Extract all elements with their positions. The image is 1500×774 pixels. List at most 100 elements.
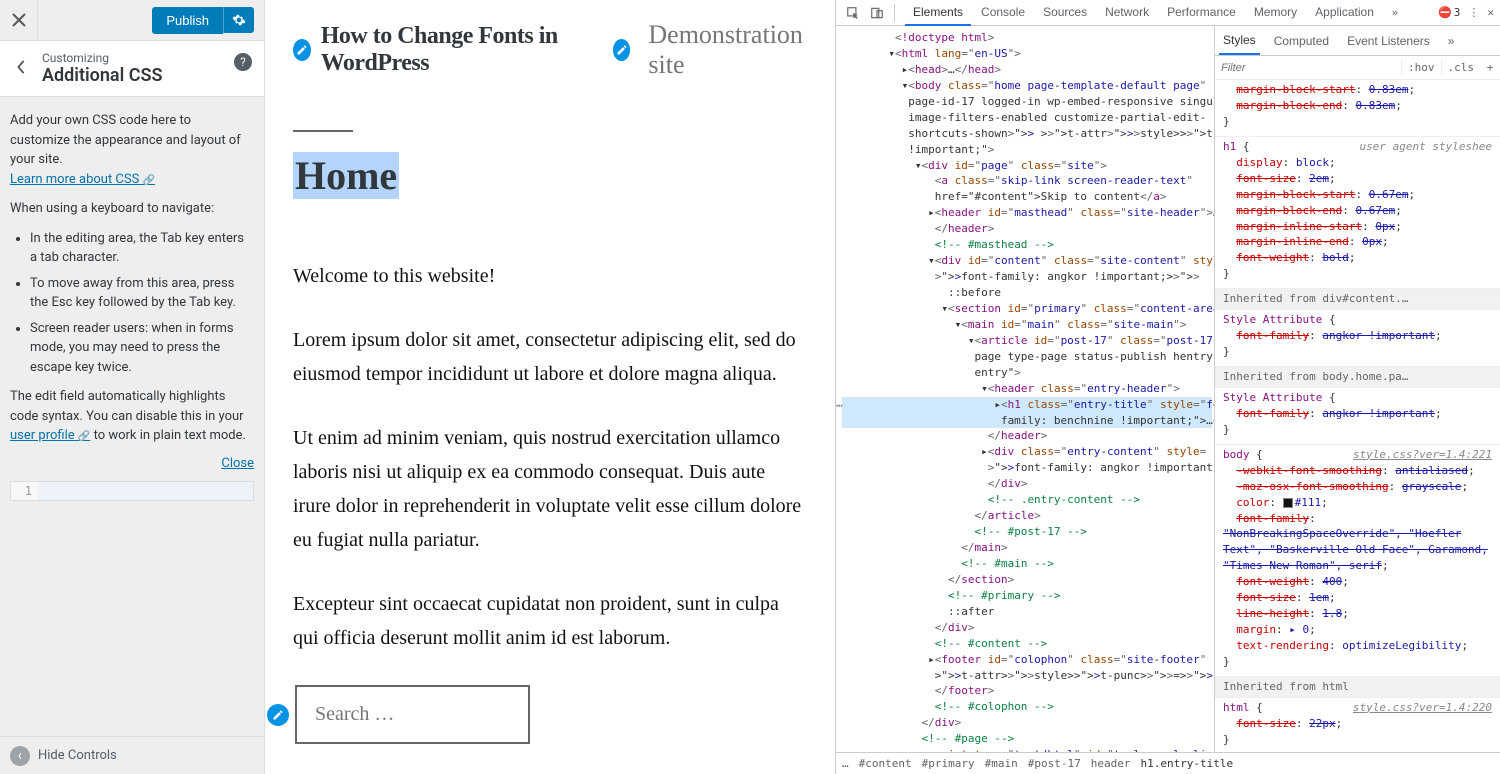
- search-input[interactable]: [295, 685, 530, 744]
- help-button[interactable]: ?: [234, 53, 252, 71]
- dom-line[interactable]: entry">: [842, 365, 1212, 381]
- dom-line[interactable]: page type-page status-publish hentry: [842, 349, 1212, 365]
- site-title[interactable]: How to Change Fonts in WordPress: [321, 23, 603, 77]
- crumb[interactable]: #primary: [922, 757, 975, 770]
- styles-filter-input[interactable]: [1215, 59, 1401, 77]
- crumb[interactable]: #main: [985, 757, 1018, 770]
- panel-tab-styles[interactable]: Styles: [1219, 27, 1260, 55]
- dom-line[interactable]: <!-- #masthead -->: [842, 237, 1212, 253]
- close-customizer-button[interactable]: [0, 0, 38, 40]
- more-panels-button[interactable]: »: [1444, 28, 1459, 54]
- hov-toggle[interactable]: :hov: [1401, 59, 1441, 76]
- dom-line[interactable]: </div>: [842, 476, 1212, 492]
- dom-line[interactable]: </header>: [842, 221, 1212, 237]
- dom-line[interactable]: >">>font-family: angkor !important;>>">>…: [842, 460, 1212, 476]
- more-tabs-button[interactable]: »: [1384, 4, 1406, 22]
- hide-controls-button[interactable]: Hide Controls: [0, 736, 264, 774]
- error-badge[interactable]: ⛔3: [1438, 6, 1460, 19]
- dom-line[interactable]: ▸<script type="text/html" id="tmpl-wp-pl…: [842, 747, 1212, 752]
- devtools-tab-network[interactable]: Network: [1097, 0, 1157, 26]
- dom-line[interactable]: page-id-17 logged-in wp-embed-responsive…: [842, 94, 1212, 110]
- learn-more-link[interactable]: Learn more about CSS 🔗: [10, 172, 155, 187]
- dom-line[interactable]: <!-- #main -->: [842, 556, 1212, 572]
- dom-line[interactable]: href="#content">Skip to content</a>: [842, 189, 1212, 205]
- devtools-tab-memory[interactable]: Memory: [1246, 0, 1305, 26]
- dom-line[interactable]: </div>: [842, 620, 1212, 636]
- devtools-tab-console[interactable]: Console: [973, 0, 1033, 26]
- crumb[interactable]: #post-17: [1028, 757, 1081, 770]
- css-editor[interactable]: 1: [10, 481, 254, 501]
- rule-source[interactable]: user agent styleshee: [1360, 139, 1492, 155]
- panel-tab-event-listeners[interactable]: Event Listeners: [1343, 28, 1434, 54]
- crumb[interactable]: #content: [859, 757, 912, 770]
- dom-line[interactable]: !important;">: [842, 142, 1212, 158]
- dom-line[interactable]: ::after: [842, 604, 1212, 620]
- dom-line[interactable]: </div>: [842, 715, 1212, 731]
- dom-line[interactable]: </article>: [842, 508, 1212, 524]
- devtools-menu-button[interactable]: ⋮: [1468, 6, 1479, 19]
- dom-line[interactable]: <!doctype html>: [842, 30, 1212, 46]
- device-toggle-button[interactable]: [866, 4, 888, 22]
- dom-line[interactable]: ▸<div class="entry-content" style=: [842, 444, 1212, 460]
- dom-line[interactable]: ▸<h1 class="entry-title" style="font-": [842, 397, 1212, 413]
- dom-line[interactable]: ▾<article id="post-17" class="post-17": [842, 333, 1212, 349]
- dom-line[interactable]: <!-- #page -->: [842, 731, 1212, 747]
- rule-source[interactable]: style.css?ver=1.4:221: [1353, 447, 1492, 463]
- inspect-button[interactable]: [842, 4, 864, 22]
- panel-tab-computed[interactable]: Computed: [1270, 28, 1333, 54]
- dom-line[interactable]: ▾<section id="primary" class="content-ar…: [842, 301, 1212, 317]
- publish-button[interactable]: Publish: [152, 7, 223, 34]
- dom-line[interactable]: <!-- #colophon -->: [842, 699, 1212, 715]
- dom-line[interactable]: ▾<header class="entry-header">: [842, 381, 1212, 397]
- back-button[interactable]: [14, 58, 42, 79]
- edit-shortcut-button[interactable]: [613, 39, 631, 61]
- breadcrumb[interactable]: … #content #primary #main #post-17 header h1.e…: [836, 752, 1500, 774]
- dom-line[interactable]: shortcuts-shown>">> >>">t-attr>">>>style…: [842, 126, 1212, 142]
- dom-line[interactable]: family: benchnine !important;">…</h1>: [842, 413, 1212, 429]
- dom-line[interactable]: ▾<main id="main" class="site-main">: [842, 317, 1212, 333]
- dom-line[interactable]: <!-- #primary -->: [842, 588, 1212, 604]
- css-rule[interactable]: user agent stylesheeh1 { display: block;…: [1215, 137, 1500, 289]
- editor-area[interactable]: [39, 482, 253, 500]
- dom-line[interactable]: <!-- #content -->: [842, 636, 1212, 652]
- dom-line[interactable]: ▾<div id="content" class="site-content" …: [842, 253, 1212, 269]
- css-rule[interactable]: Style Attribute { font-family: angkor !i…: [1215, 388, 1500, 445]
- css-rule[interactable]: style.css?ver=1.4:220html { font-size: 2…: [1215, 698, 1500, 752]
- dom-line[interactable]: ▸<head>…</head>: [842, 62, 1212, 78]
- publish-settings-button[interactable]: [223, 7, 254, 33]
- dom-line[interactable]: </section>: [842, 572, 1212, 588]
- dom-line[interactable]: </footer>: [842, 683, 1212, 699]
- edit-shortcut-button[interactable]: [293, 39, 311, 61]
- element-actions-button[interactable]: ⋯: [836, 398, 843, 414]
- crumb[interactable]: …: [842, 757, 849, 770]
- rule-source[interactable]: style.css?ver=1.4:220: [1353, 700, 1492, 716]
- edit-shortcut-button[interactable]: [267, 704, 289, 726]
- devtools-tab-performance[interactable]: Performance: [1159, 0, 1244, 26]
- cls-toggle[interactable]: .cls: [1441, 59, 1481, 76]
- devtools-tab-elements[interactable]: Elements: [905, 0, 971, 26]
- dom-line[interactable]: ▸<footer id="colophon" class="site-foote…: [842, 652, 1212, 668]
- dom-line[interactable]: image-filters-enabled customize-partial-…: [842, 110, 1212, 126]
- dom-line[interactable]: </header>: [842, 428, 1212, 444]
- devtools-close-button[interactable]: ✕: [1487, 6, 1494, 19]
- devtools-tab-sources[interactable]: Sources: [1035, 0, 1095, 26]
- crumb[interactable]: header: [1091, 757, 1131, 770]
- devtools-tab-application[interactable]: Application: [1307, 0, 1382, 26]
- css-rule[interactable]: Style Attribute { font-family: angkor !i…: [1215, 310, 1500, 367]
- elements-tree[interactable]: <!doctype html> ▾<html lang="en-US"> ▸<h…: [836, 26, 1215, 752]
- dom-line[interactable]: </main>: [842, 540, 1212, 556]
- new-rule-button[interactable]: +: [1480, 61, 1500, 74]
- dom-line[interactable]: ▾<html lang="en-US">: [842, 46, 1212, 62]
- dom-line[interactable]: ▾<body class="home page-template-default…: [842, 78, 1212, 94]
- styles-pane[interactable]: margin-block-start: 0.83em; margin-block…: [1215, 80, 1500, 752]
- css-rule[interactable]: style.css?ver=1.4:221body { -webkit-font…: [1215, 445, 1500, 677]
- dom-line[interactable]: ▾<div id="page" class="site">: [842, 158, 1212, 174]
- close-help-link[interactable]: Close: [221, 456, 254, 471]
- user-profile-link[interactable]: user profile 🔗: [10, 428, 90, 443]
- crumb[interactable]: h1.entry-title: [1140, 757, 1233, 770]
- dom-line[interactable]: <!-- #post-17 -->: [842, 524, 1212, 540]
- dom-line[interactable]: ::before: [842, 285, 1212, 301]
- dom-line[interactable]: >">>t-attr>>">>style>>">>t-punc>>">>=>>"…: [842, 668, 1212, 684]
- dom-line[interactable]: <!-- .entry-content -->: [842, 492, 1212, 508]
- dom-line[interactable]: ▸<header id="masthead" class="site-heade…: [842, 205, 1212, 221]
